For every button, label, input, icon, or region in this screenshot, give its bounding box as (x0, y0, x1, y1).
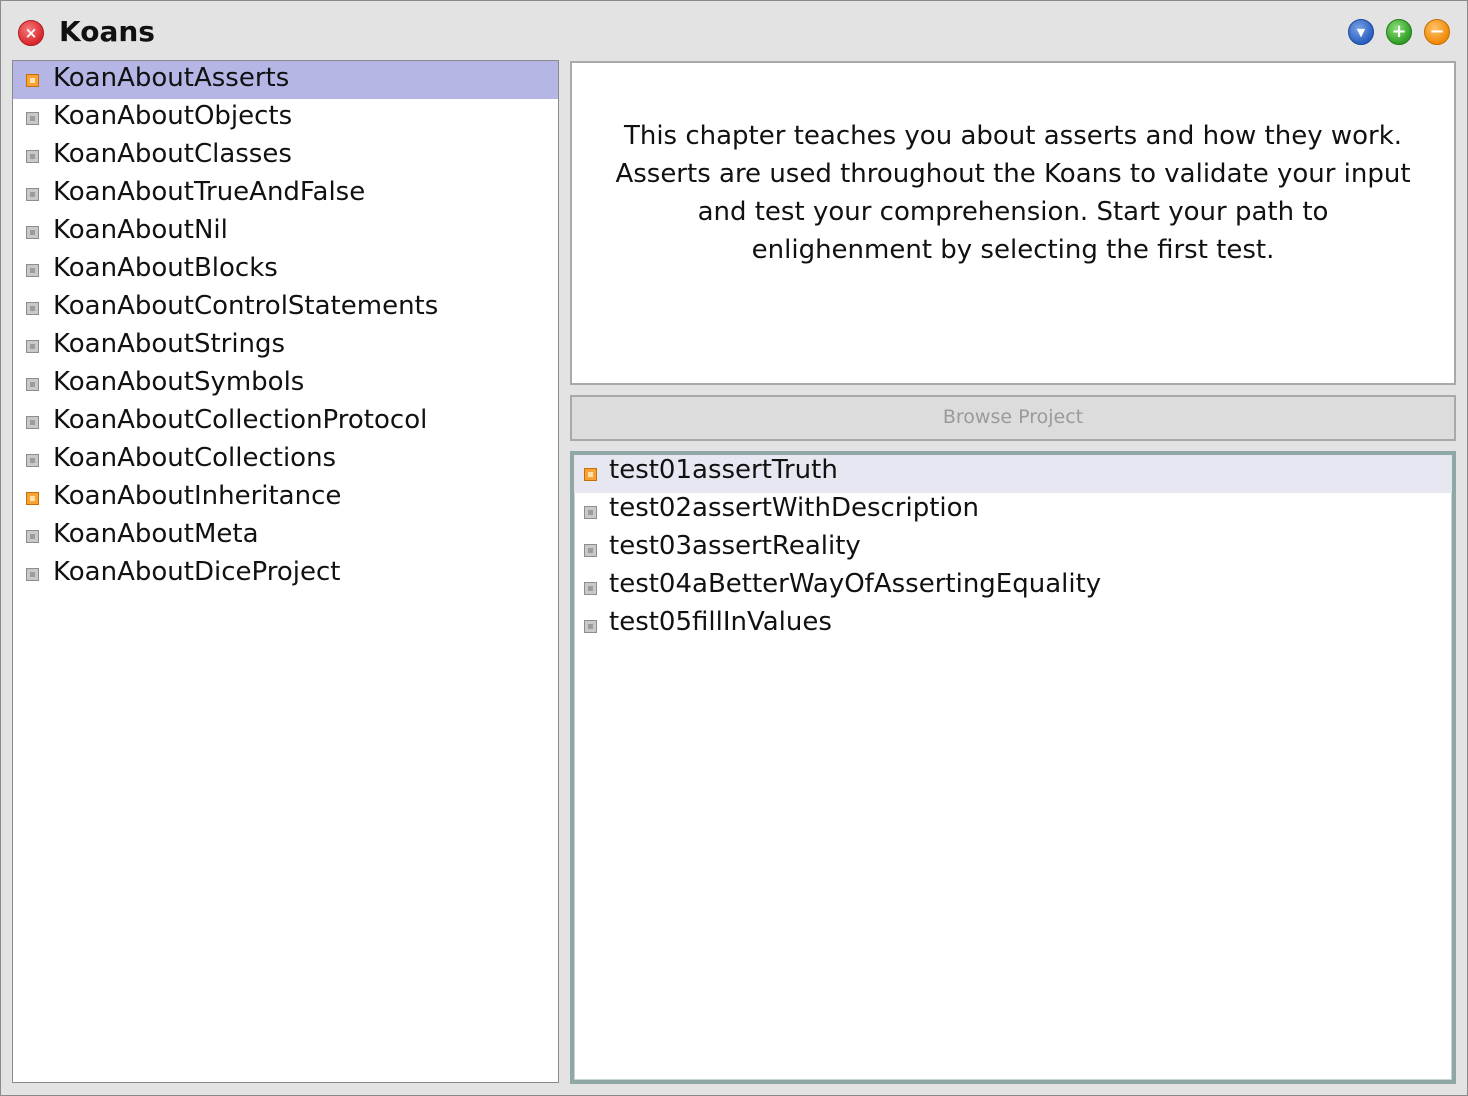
status-marker-icon (26, 187, 39, 201)
koan-list-item[interactable]: KoanAboutInheritance (13, 479, 558, 517)
window-title: Koans (59, 15, 155, 48)
koan-list-item[interactable]: KoanAboutClasses (13, 137, 558, 175)
koan-list-item-label: KoanAboutDiceProject (53, 557, 341, 587)
test-list-item[interactable]: test05fillInValues (574, 607, 1452, 645)
koan-list-item[interactable]: KoanAboutMeta (13, 517, 558, 555)
koan-list-item-label: KoanAboutAsserts (53, 63, 290, 93)
status-marker-icon (26, 73, 39, 87)
test-list[interactable]: test01assertTruth test02assertWithDescrip… (570, 451, 1456, 1084)
status-marker-icon (584, 581, 597, 595)
collapse-icon[interactable]: − (1424, 19, 1450, 45)
koan-list-item[interactable]: KoanAboutCollections (13, 441, 558, 479)
koan-list-item[interactable]: KoanAboutControlStatements (13, 289, 558, 327)
koan-list-item[interactable]: KoanAboutCollectionProtocol (13, 403, 558, 441)
koan-list-item-label: KoanAboutSymbols (53, 367, 305, 397)
koan-list-item-label: KoanAboutInheritance (53, 481, 342, 511)
browse-project-button[interactable]: Browse Project (570, 395, 1456, 441)
status-marker-icon (26, 149, 39, 163)
test-list-item-label: test05fillInValues (609, 607, 832, 637)
status-marker-icon (26, 415, 39, 429)
koan-list-item[interactable]: KoanAboutBlocks (13, 251, 558, 289)
koan-list-item-label: KoanAboutStrings (53, 329, 286, 359)
koan-list[interactable]: KoanAboutAsserts KoanAboutObjects KoanAbou… (12, 60, 559, 1083)
status-marker-icon (26, 263, 39, 277)
description-panel: This chapter teaches you about asserts a… (570, 61, 1456, 385)
status-marker-icon (26, 491, 39, 505)
status-marker-icon (26, 377, 39, 391)
koan-list-item-label: KoanAboutBlocks (53, 253, 278, 283)
koan-list-item[interactable]: KoanAboutObjects (13, 99, 558, 137)
description-text: This chapter teaches you about asserts a… (615, 121, 1411, 265)
status-marker-icon (26, 225, 39, 239)
koan-list-item[interactable]: KoanAboutSymbols (13, 365, 558, 403)
status-marker-icon (26, 111, 39, 125)
koan-list-item-label: KoanAboutControlStatements (53, 291, 439, 321)
status-marker-icon (26, 567, 39, 581)
koan-list-item-label: KoanAboutTrueAndFalse (53, 177, 366, 207)
status-marker-icon (584, 467, 597, 481)
menu-icon[interactable]: ▼ (1348, 19, 1374, 45)
koan-list-item[interactable]: KoanAboutNil (13, 213, 558, 251)
koan-list-item-label: KoanAboutObjects (53, 101, 293, 131)
status-marker-icon (584, 543, 597, 557)
close-icon[interactable]: × (18, 20, 44, 46)
koan-list-item-label: KoanAboutCollectionProtocol (53, 405, 428, 435)
koan-list-item-label: KoanAboutNil (53, 215, 228, 245)
koan-list-item-label: KoanAboutCollections (53, 443, 337, 473)
expand-icon[interactable]: + (1386, 19, 1412, 45)
status-marker-icon (584, 619, 597, 633)
status-marker-icon (584, 505, 597, 519)
test-list-item-label: test03assertReality (609, 531, 861, 561)
title-bar: × Koans ▼ + − (1, 1, 1467, 59)
koan-list-item[interactable]: KoanAboutDiceProject (13, 555, 558, 593)
test-list-item-label: test01assertTruth (609, 455, 838, 485)
test-list-item[interactable]: test03assertReality (574, 531, 1452, 569)
test-list-item-label: test02assertWithDescription (609, 493, 980, 523)
test-list-item[interactable]: test01assertTruth (574, 455, 1452, 493)
koan-list-item-label: KoanAboutMeta (53, 519, 259, 549)
test-list-item-label: test04aBetterWayOfAssertingEquality (609, 569, 1102, 599)
status-marker-icon (26, 339, 39, 353)
status-marker-icon (26, 453, 39, 467)
koan-list-item[interactable]: KoanAboutStrings (13, 327, 558, 365)
koan-list-item[interactable]: KoanAboutTrueAndFalse (13, 175, 558, 213)
status-marker-icon (26, 529, 39, 543)
test-list-item[interactable]: test02assertWithDescription (574, 493, 1452, 531)
koan-list-item[interactable]: KoanAboutAsserts (13, 61, 558, 99)
koans-window: × Koans ▼ + − KoanAboutAsserts KoanAboutO… (0, 0, 1468, 1096)
status-marker-icon (26, 301, 39, 315)
koan-list-item-label: KoanAboutClasses (53, 139, 292, 169)
test-list-item[interactable]: test04aBetterWayOfAssertingEquality (574, 569, 1452, 607)
